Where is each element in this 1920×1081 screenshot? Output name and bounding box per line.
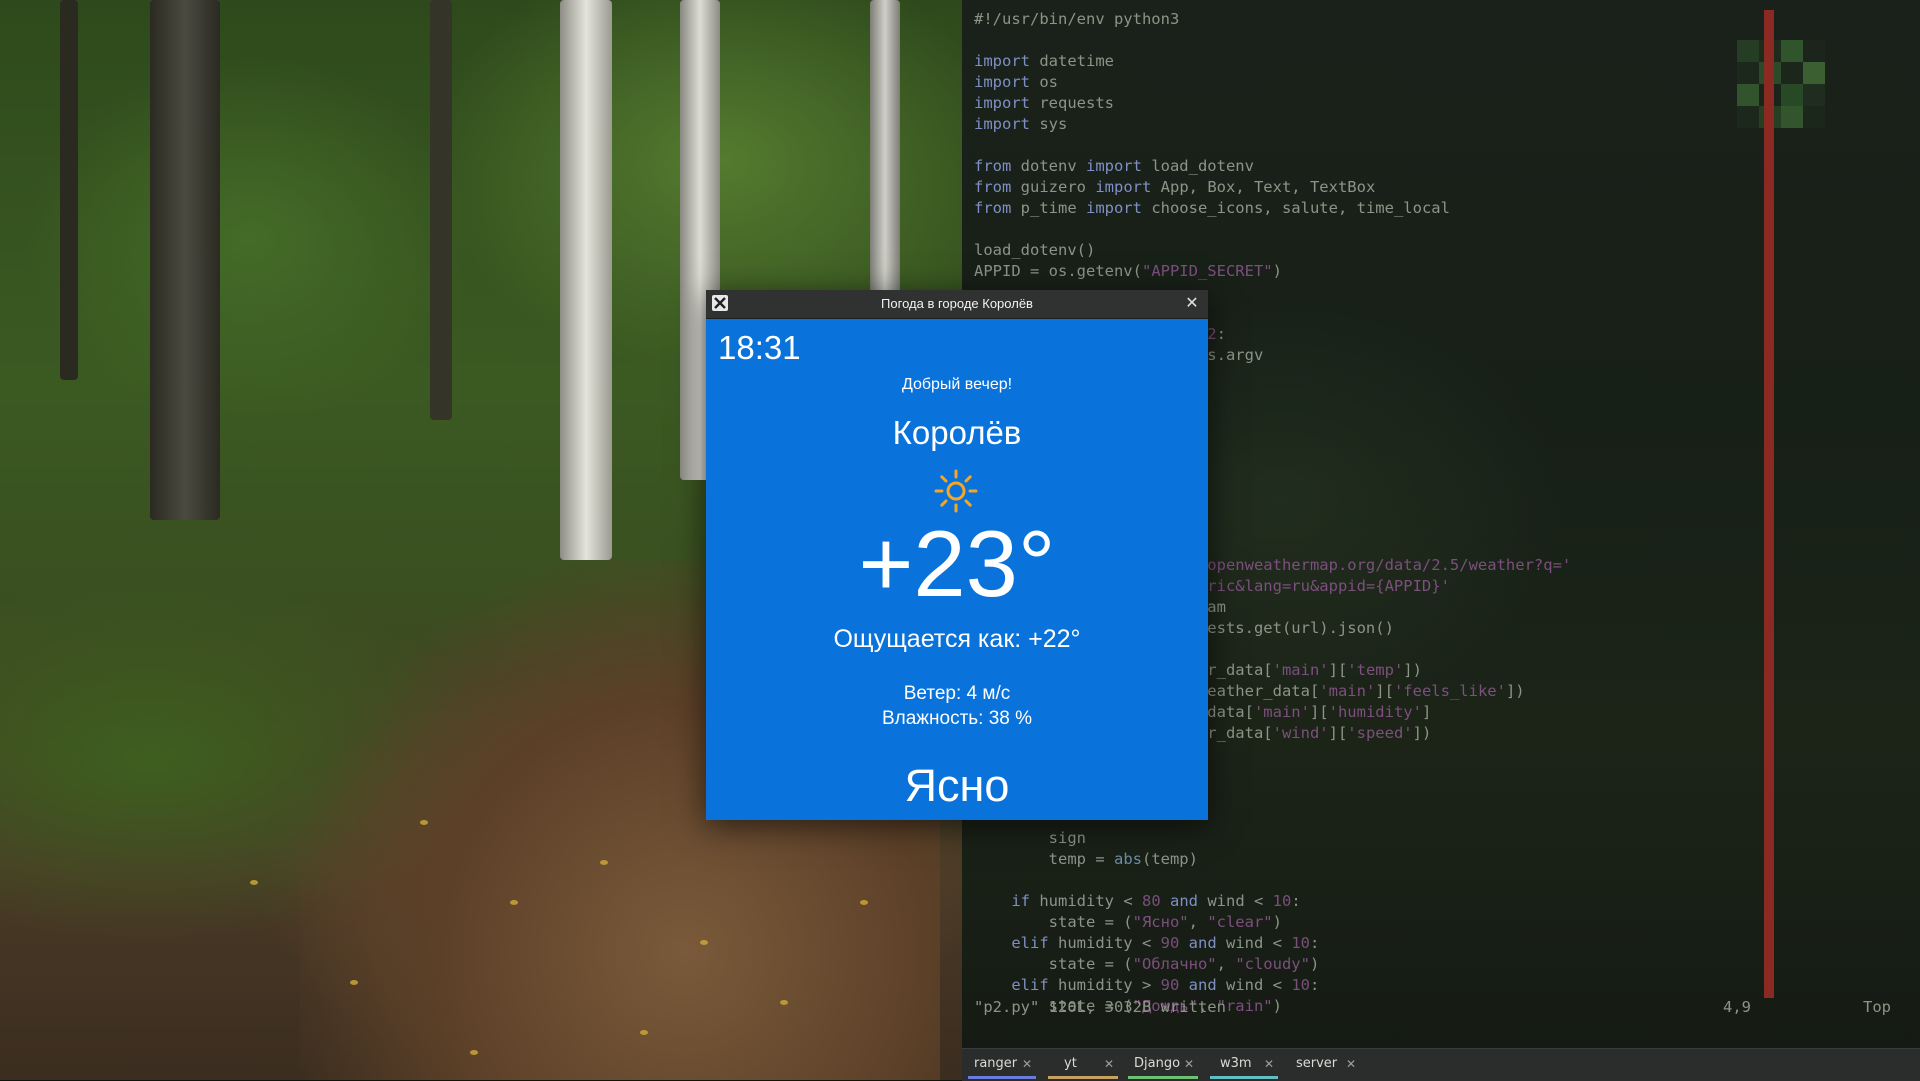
fallen-leaf (600, 860, 608, 865)
fallen-leaf (470, 1050, 478, 1055)
birch-trunk (560, 0, 612, 560)
weather-condition: Ясно (904, 760, 1010, 811)
color-column-bar (1764, 10, 1774, 998)
window-title: Погода в городе Королёв (881, 296, 1033, 311)
fallen-leaf (420, 820, 428, 825)
fallen-leaf (510, 900, 518, 905)
minimap (1737, 40, 1847, 150)
vim-status-message: "p2.py" 120L, 3032B written (974, 998, 1226, 1016)
close-icon[interactable]: ✕ (1184, 1055, 1194, 1073)
terminal-tab-bar: ranger ✕ yt ✕ Django ✕ w3m ✕ server ✕ (962, 1048, 1920, 1081)
tab-label: server (1296, 1056, 1338, 1071)
fallen-leaf (700, 940, 708, 945)
fallen-leaf (350, 980, 358, 985)
tab-indicator (1048, 1076, 1118, 1079)
tab-ranger[interactable]: ranger ✕ (966, 1055, 1038, 1079)
close-icon[interactable]: ✕ (1346, 1055, 1356, 1073)
temperature-value: +23° (858, 511, 1056, 616)
tab-label: ranger (974, 1056, 1018, 1071)
weather-panel: 18:31 Добрый вечер! Королёв +23° Ощущает… (706, 319, 1208, 820)
fallen-leaf (640, 1030, 648, 1035)
feels-like-text: Ощущается как: +22° (833, 625, 1081, 653)
wind-text: Ветер: 4 м/с (903, 683, 1011, 704)
tab-w3m[interactable]: w3m ✕ (1208, 1055, 1280, 1079)
tab-indicator (968, 1076, 1036, 1079)
tree-trunk (430, 0, 452, 420)
tab-django[interactable]: Django ✕ (1126, 1055, 1200, 1079)
tab-label: Django (1134, 1056, 1181, 1071)
fallen-leaf (860, 900, 868, 905)
city-name: Королёв (892, 414, 1022, 451)
tab-label: w3m (1220, 1056, 1252, 1071)
tab-indicator (1128, 1076, 1198, 1079)
fallen-leaf (250, 880, 258, 885)
tab-yt[interactable]: yt ✕ (1046, 1055, 1120, 1079)
weather-app-window[interactable]: Погода в городе Королёв ✕ 18:31 Добрый в… (706, 290, 1208, 820)
tab-label: yt (1064, 1056, 1077, 1071)
vim-scroll-position: Top (1863, 998, 1891, 1016)
humidity-text: Влажность: 38 % (881, 708, 1033, 729)
close-icon[interactable]: ✕ (1264, 1055, 1274, 1073)
tab-indicator (1210, 1076, 1278, 1079)
birch-trunk (870, 0, 900, 300)
close-icon[interactable]: ✕ (1022, 1055, 1032, 1073)
vim-cursor-position: 4,9 (1723, 998, 1751, 1016)
tree-trunk (150, 0, 220, 520)
close-icon[interactable]: ✕ (1104, 1055, 1114, 1073)
greeting-text: Добрый вечер! (901, 376, 1013, 393)
tab-server[interactable]: server ✕ (1288, 1055, 1362, 1079)
tree-trunk (60, 0, 78, 380)
fallen-leaf (780, 1000, 788, 1005)
window-titlebar[interactable]: Погода в городе Королёв ✕ (706, 290, 1208, 319)
clock-time: 18:31 (718, 329, 801, 366)
sun-icon (933, 468, 979, 514)
close-icon[interactable]: ✕ (1182, 293, 1202, 313)
